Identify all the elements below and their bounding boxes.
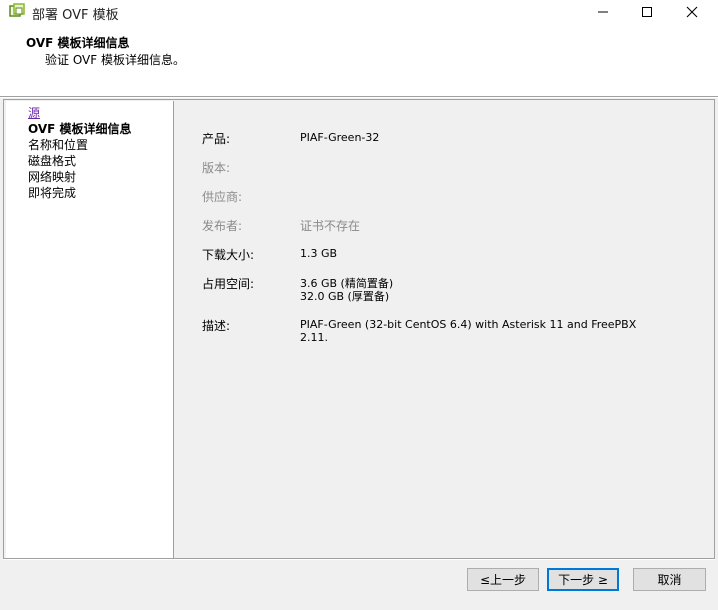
publisher-value: 证书不存在: [300, 219, 361, 233]
step-name-location: 名称和位置: [28, 138, 89, 152]
close-button[interactable]: [669, 0, 715, 24]
description-line-2: 2.11.: [300, 331, 328, 344]
version-label: 版本:: [202, 161, 231, 175]
disk-space-label: 占用空间:: [202, 277, 255, 291]
description-label: 描述:: [202, 319, 231, 333]
minimize-icon: [598, 11, 608, 13]
disk-space-thick-value: 32.0 GB (厚置备): [300, 290, 390, 303]
cancel-button[interactable]: 取消: [633, 568, 706, 591]
download-size-label: 下载大小:: [202, 248, 255, 262]
step-ovf-details: OVF 模板详细信息: [28, 122, 132, 136]
maximize-button[interactable]: [624, 0, 670, 24]
header-divider: [0, 96, 718, 98]
step-network-mapping: 网络映射: [28, 170, 77, 184]
step-disk-format: 磁盘格式: [28, 154, 77, 168]
close-icon: [686, 6, 698, 18]
page-title: OVF 模板详细信息: [26, 36, 130, 50]
maximize-icon: [642, 7, 652, 17]
publisher-label: 发布者:: [202, 219, 243, 233]
download-size-value: 1.3 GB: [300, 247, 338, 260]
minimize-button[interactable]: [580, 0, 626, 24]
product-label: 产品:: [202, 132, 231, 146]
back-button[interactable]: ≤上一步: [467, 568, 539, 591]
footer-divider: [3, 559, 715, 561]
wizard-header: OVF 模板详细信息 验证 OVF 模板详细信息。: [0, 24, 718, 97]
product-value: PIAF-Green-32: [300, 131, 380, 144]
title-bar: 部署 OVF 模板: [0, 0, 718, 24]
window-title: 部署 OVF 模板: [32, 8, 119, 23]
step-source[interactable]: 源: [28, 104, 40, 121]
description-line-1: PIAF-Green (32-bit CentOS 6.4) with Aste…: [300, 318, 637, 331]
next-button[interactable]: 下一步 ≥: [547, 568, 619, 591]
steps-sidebar: 源 OVF 模板详细信息 名称和位置 磁盘格式 网络映射 即将完成: [6, 101, 174, 558]
page-subtitle: 验证 OVF 模板详细信息。: [45, 53, 185, 67]
step-ready-to-complete: 即将完成: [28, 186, 77, 200]
vendor-label: 供应商:: [202, 190, 243, 204]
vsphere-app-icon: [9, 3, 25, 17]
